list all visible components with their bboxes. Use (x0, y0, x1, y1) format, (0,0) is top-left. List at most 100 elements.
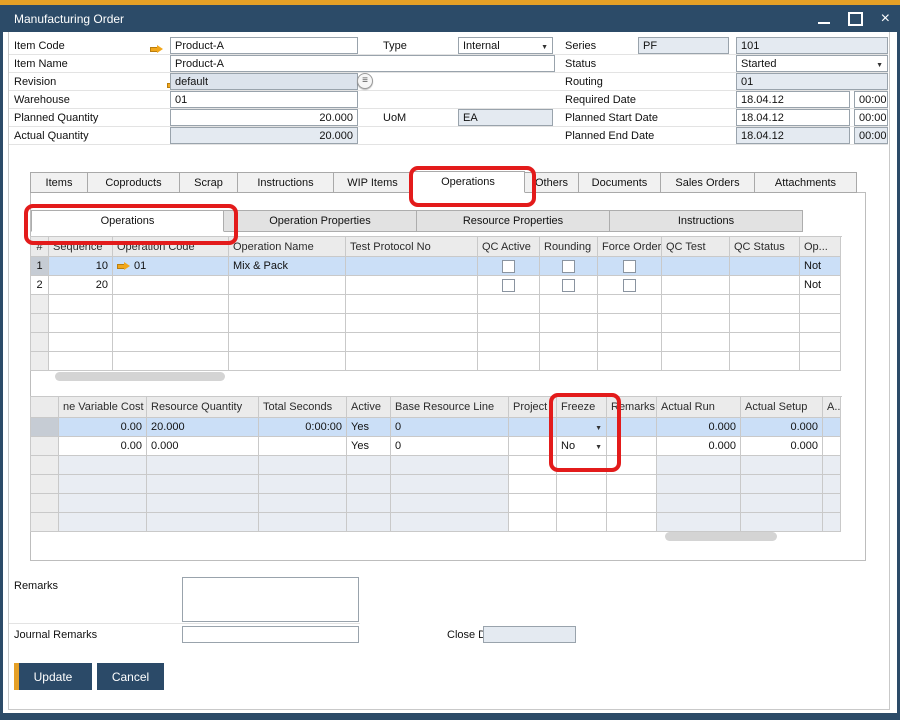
link-arrow-icon[interactable] (150, 45, 163, 54)
rounding-cell[interactable] (540, 257, 598, 276)
tab-items[interactable]: Items (30, 172, 88, 193)
op-cell[interactable]: Not (800, 276, 841, 295)
tab-others[interactable]: Others (525, 172, 579, 193)
qc-test-cell[interactable] (662, 276, 730, 295)
tab-instructions[interactable]: Instructions (238, 172, 334, 193)
cell[interactable] (823, 418, 841, 437)
required-date-field[interactable]: 18.04.12 (736, 91, 850, 108)
actual-run-cell[interactable]: 0.000 (657, 437, 741, 456)
item-code-field[interactable]: Product-A (170, 37, 358, 54)
item-name-field[interactable]: Product-A (170, 55, 555, 72)
sequence-cell[interactable]: 20 (49, 276, 113, 295)
active-cell[interactable]: Yes (347, 437, 391, 456)
maximize-icon[interactable] (848, 12, 863, 26)
base-resource-line-cell[interactable]: 0 (391, 437, 509, 456)
variable-cost-cell[interactable]: 0.00 (59, 437, 147, 456)
operation-name-cell[interactable] (229, 276, 346, 295)
subtab-operations[interactable]: Operations (31, 210, 224, 232)
qc-status-cell[interactable] (730, 257, 800, 276)
force-order-cell[interactable] (598, 276, 662, 295)
cell[interactable] (823, 437, 841, 456)
force-order-checkbox[interactable] (623, 260, 636, 273)
qc-active-checkbox[interactable] (502, 279, 515, 292)
column-header: Resource Quantity (147, 397, 259, 418)
freeze-cell[interactable]: No (557, 437, 607, 456)
update-button[interactable]: Update (14, 663, 92, 690)
status-dropdown[interactable]: Started (736, 55, 888, 72)
operation-name-cell[interactable]: Mix & Pack (229, 257, 346, 276)
column-header: QC Test (662, 237, 730, 257)
link-arrow-icon[interactable] (117, 262, 130, 271)
row-handle[interactable] (31, 437, 59, 456)
qc-active-checkbox[interactable] (502, 260, 515, 273)
force-order-cell[interactable] (598, 257, 662, 276)
total-seconds-cell[interactable] (259, 437, 347, 456)
tab-documents[interactable]: Documents (579, 172, 661, 193)
planned-quantity-field[interactable]: 20.000 (170, 109, 358, 126)
remarks-cell[interactable] (607, 437, 657, 456)
tab-attachments[interactable]: Attachments (755, 172, 857, 193)
base-resource-line-cell[interactable]: 0 (391, 418, 509, 437)
row-number[interactable]: 2 (31, 276, 49, 295)
cancel-button[interactable]: Cancel (97, 663, 164, 690)
subtab-resource-properties[interactable]: Resource Properties (417, 210, 610, 232)
horizontal-scrollbar-thumb[interactable] (665, 532, 777, 541)
rounding-checkbox[interactable] (562, 279, 575, 292)
test-protocol-cell[interactable] (346, 257, 478, 276)
row-number[interactable]: 1 (31, 257, 49, 276)
rounding-cell[interactable] (540, 276, 598, 295)
journal-remarks-field[interactable] (182, 626, 359, 643)
qc-status-cell[interactable] (730, 276, 800, 295)
choose-from-list-icon[interactable] (357, 73, 373, 89)
subtab-instructions[interactable]: Instructions (610, 210, 803, 232)
qc-active-cell[interactable] (478, 257, 540, 276)
actual-run-cell[interactable]: 0.000 (657, 418, 741, 437)
tab-wip-items[interactable]: WIP Items (334, 172, 412, 193)
table-row-selected[interactable]: 1 10 01 Mix & Pack Not (31, 257, 842, 276)
variable-cost-cell[interactable]: 0.00 (59, 418, 147, 437)
remarks-textarea[interactable] (182, 577, 359, 622)
test-protocol-cell[interactable] (346, 276, 478, 295)
chevron-down-icon[interactable] (595, 440, 602, 452)
warehouse-field[interactable]: 01 (170, 91, 358, 108)
force-order-checkbox[interactable] (623, 279, 636, 292)
minimize-icon[interactable] (818, 14, 830, 24)
tab-operations[interactable]: Operations (412, 171, 525, 193)
qc-test-cell[interactable] (662, 257, 730, 276)
table-row[interactable]: 0.00 0.000 Yes 0 No 0.000 0.000 (31, 437, 842, 456)
rounding-checkbox[interactable] (562, 260, 575, 273)
tab-coproducts[interactable]: Coproducts (88, 172, 180, 193)
operation-code-cell[interactable] (113, 276, 229, 295)
sequence-cell[interactable]: 10 (49, 257, 113, 276)
cell (662, 352, 730, 371)
operation-code-cell[interactable]: 01 (113, 257, 229, 276)
cell (607, 513, 657, 532)
planned-start-time-field[interactable]: 00:00 (854, 109, 888, 126)
qc-active-cell[interactable] (478, 276, 540, 295)
remarks-cell[interactable] (607, 418, 657, 437)
chevron-down-icon[interactable] (595, 421, 602, 433)
table-row-selected[interactable]: 0.00 20.000 0:00:00 Yes 0 0.000 0.000 (31, 418, 842, 437)
cell (557, 475, 607, 494)
op-cell[interactable]: Not (800, 257, 841, 276)
tab-scrap[interactable]: Scrap (180, 172, 238, 193)
type-dropdown[interactable]: Internal (458, 37, 553, 54)
required-time-field[interactable]: 00:00 (854, 91, 888, 108)
project-cell[interactable] (509, 418, 557, 437)
actual-setup-cell[interactable]: 0.000 (741, 418, 823, 437)
project-cell[interactable] (509, 437, 557, 456)
horizontal-scrollbar-thumb[interactable] (55, 372, 225, 381)
resource-quantity-cell[interactable]: 20.000 (147, 418, 259, 437)
subtab-operation-properties[interactable]: Operation Properties (224, 210, 417, 232)
actual-setup-cell[interactable]: 0.000 (741, 437, 823, 456)
cell (147, 456, 259, 475)
row-handle[interactable] (31, 418, 59, 437)
active-cell[interactable]: Yes (347, 418, 391, 437)
table-row[interactable]: 2 20 Not (31, 276, 842, 295)
freeze-cell[interactable] (557, 418, 607, 437)
resource-quantity-cell[interactable]: 0.000 (147, 437, 259, 456)
planned-start-date-field[interactable]: 18.04.12 (736, 109, 850, 126)
close-icon[interactable]: × (881, 14, 890, 24)
total-seconds-cell[interactable]: 0:00:00 (259, 418, 347, 437)
tab-sales-orders[interactable]: Sales Orders (661, 172, 755, 193)
